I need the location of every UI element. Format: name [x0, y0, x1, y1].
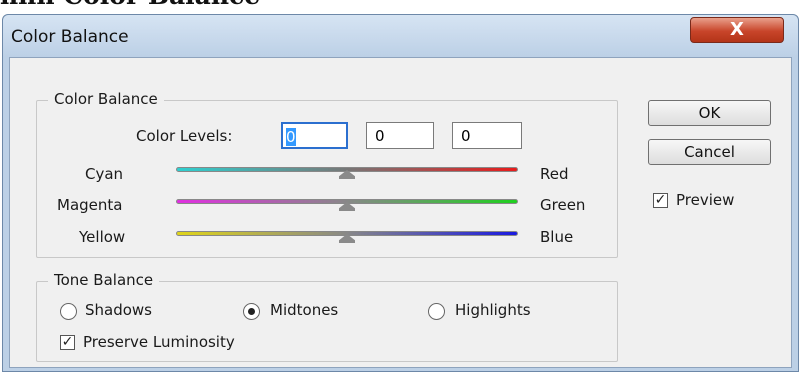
ok-button[interactable]: OK	[648, 100, 771, 126]
close-button[interactable]: X	[690, 17, 784, 43]
page-heading: nnn Color Balance	[0, 0, 260, 10]
color-level-input-2[interactable]: 0	[366, 122, 434, 149]
midtones-label[interactable]: Midtones	[270, 301, 338, 319]
cancel-button[interactable]: Cancel	[648, 139, 771, 165]
preview-label[interactable]: Preview	[676, 191, 734, 209]
shadows-radio[interactable]	[60, 303, 77, 320]
yellow-label: Yellow	[79, 228, 126, 246]
tone-balance-group-label: Tone Balance	[48, 271, 160, 289]
green-label: Green	[540, 196, 586, 214]
red-label: Red	[540, 165, 569, 183]
color-balance-group-label: Color Balance	[48, 90, 164, 108]
checkmark-icon: ✓	[61, 334, 74, 350]
color-levels-label: Color Levels:	[136, 127, 233, 145]
preserve-luminosity-label[interactable]: Preserve Luminosity	[83, 333, 235, 351]
preserve-luminosity-checkbox[interactable]: ✓	[60, 335, 75, 350]
highlights-label[interactable]: Highlights	[455, 301, 531, 319]
highlights-radio[interactable]	[428, 303, 445, 320]
title-bar: Color Balance X	[3, 15, 798, 57]
preview-checkbox[interactable]: ✓	[653, 193, 668, 208]
blue-label: Blue	[540, 228, 574, 246]
midtones-radio[interactable]	[243, 303, 260, 320]
color-balance-dialog: Color Balance X Color Balance Color Leve…	[2, 14, 799, 372]
color-level-input-1[interactable]: 0	[281, 122, 348, 149]
dialog-body: Color Balance Color Levels: 0 0 0 Cyan R…	[9, 57, 792, 368]
magenta-label: Magenta	[57, 196, 123, 214]
radio-selected-dot	[248, 308, 255, 315]
color-level-input-3[interactable]: 0	[452, 122, 522, 149]
shadows-label[interactable]: Shadows	[85, 301, 152, 319]
cyan-label: Cyan	[85, 165, 124, 183]
close-icon: X	[730, 19, 744, 40]
checkmark-icon: ✓	[654, 192, 667, 208]
window-title: Color Balance	[11, 27, 129, 47]
